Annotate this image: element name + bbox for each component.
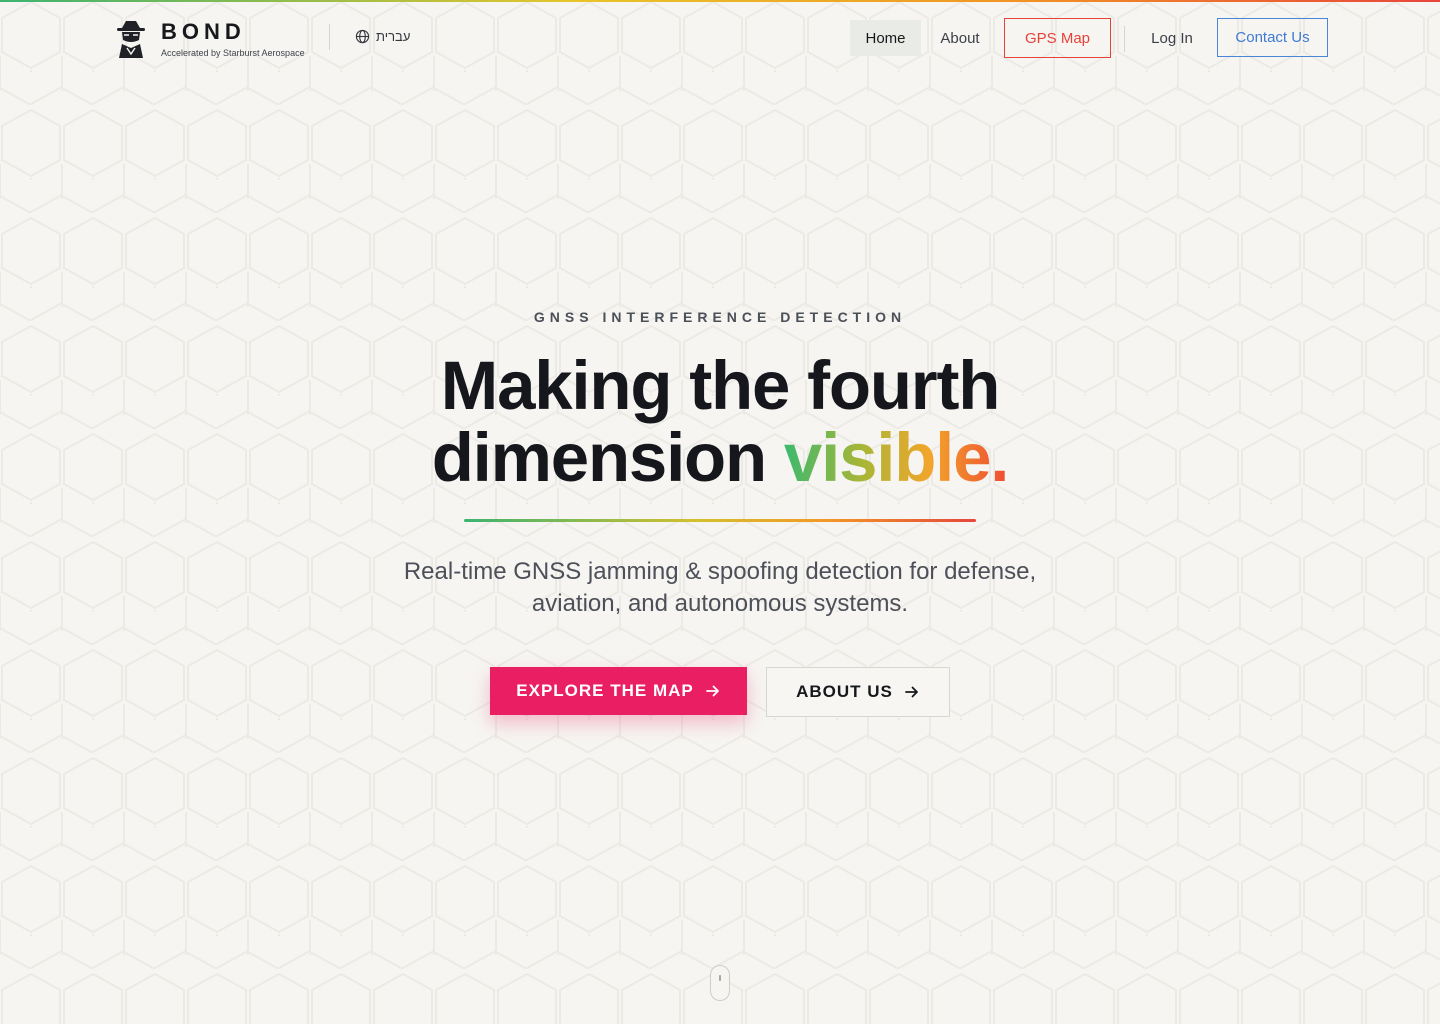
nav-about-link[interactable]: About — [930, 20, 990, 56]
subtitle-line-2: aviation, and autonomous systems. — [531, 590, 909, 617]
headline-line-1: Making the fourth — [440, 347, 1001, 424]
headline-accent-word: visible. — [783, 419, 1010, 496]
explore-map-button[interactable]: EXPLORE THE MAP — [490, 667, 747, 715]
hero-subtitle: Real-time GNSS jamming & spoofing detect… — [0, 556, 1440, 620]
site-header: BOND Accelerated by Starburst Aerospace … — [0, 0, 1440, 76]
gradient-top-bar — [0, 0, 1440, 2]
nav-contact-button[interactable]: Contact Us — [1217, 18, 1328, 57]
headline-line-2: dimension — [431, 419, 767, 496]
nav-home-link[interactable]: Home — [850, 20, 921, 56]
main-navigation: Home About GPS Map Log In Contact Us — [0, 18, 1440, 58]
mouse-scroll-icon[interactable] — [710, 965, 730, 1001]
gradient-divider — [464, 519, 976, 522]
subtitle-line-1: Real-time GNSS jamming & spoofing detect… — [403, 558, 1037, 585]
scroll-wheel-dot — [719, 975, 721, 981]
arrow-right-icon — [705, 685, 719, 697]
hero-section: GNSS INTERFERENCE DETECTION Making the f… — [0, 0, 1440, 1024]
hero-headline: Making the fourth dimension visible. — [0, 350, 1440, 494]
explore-map-label: EXPLORE THE MAP — [516, 681, 694, 700]
nav-gps-map-link[interactable]: GPS Map — [1004, 18, 1111, 58]
arrow-right-icon — [904, 686, 918, 698]
about-us-button[interactable]: ABOUT US — [766, 667, 950, 717]
about-us-label: ABOUT US — [796, 682, 893, 701]
hero-eyebrow: GNSS INTERFERENCE DETECTION — [533, 309, 907, 325]
nav-login-link[interactable]: Log In — [1140, 20, 1204, 56]
nav-divider — [1124, 26, 1125, 52]
